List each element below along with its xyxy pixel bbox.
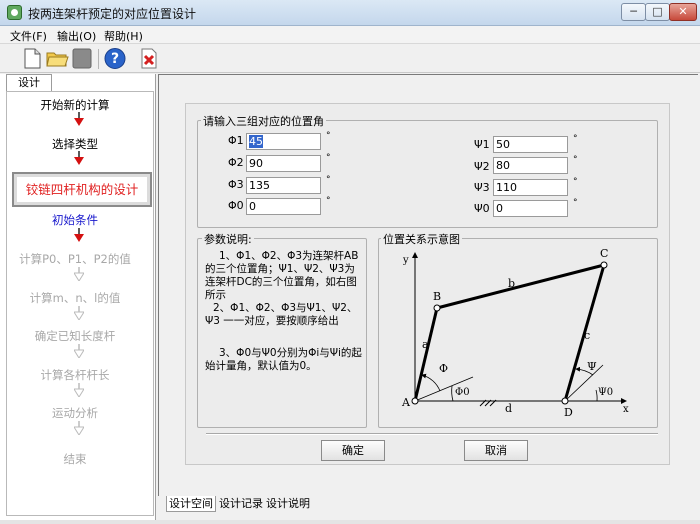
phi0-arc <box>451 385 454 402</box>
window-title: 按两连架杆预定的对应位置设计 <box>28 7 197 21</box>
label-y: y <box>402 255 409 266</box>
close-button[interactable]: ✕ <box>669 3 697 21</box>
degree-sign: ° <box>573 177 578 187</box>
degree-sign: ° <box>326 196 331 206</box>
label-phi0: Φ0 <box>455 387 470 398</box>
psi1-input[interactable]: 50 <box>493 136 568 153</box>
psi2-label: Ψ2 <box>474 160 490 173</box>
divider <box>206 433 658 435</box>
psi2-input[interactable]: 80 <box>493 157 568 174</box>
description-p3: 3、Φ0与Ψ0分别为Φi与Ψi的起始计量角，默认值为0。 <box>205 347 362 372</box>
minimize-button[interactable]: ─ <box>621 3 646 21</box>
label-c: c <box>584 329 590 342</box>
link-b <box>436 263 605 310</box>
phi0-input[interactable]: 0 <box>246 198 321 215</box>
step-start-new[interactable]: 开始新的计算 <box>0 97 150 113</box>
arrow-down-icon <box>74 421 84 435</box>
degree-sign: ° <box>326 175 331 185</box>
save-icon[interactable] <box>70 47 94 70</box>
psi0-arc <box>595 389 598 402</box>
description-title: 参数说明: <box>202 231 254 247</box>
menu-help[interactable]: 帮助(H) <box>104 28 143 44</box>
label-psi: Ψ <box>587 360 597 373</box>
arrow-down-icon <box>74 306 84 320</box>
psi3-input[interactable]: 110 <box>493 179 568 196</box>
step-known-bar: 确定已知长度杆 <box>34 329 116 343</box>
open-folder-icon[interactable] <box>45 47 69 70</box>
tab-design-notes[interactable]: 设计说明 <box>264 496 312 512</box>
arrow-down-icon <box>74 112 84 126</box>
label-B: B <box>433 290 441 303</box>
toolbar-separator <box>98 49 99 69</box>
joint-a <box>411 397 419 405</box>
step-motion-analysis: 运动分析 <box>52 406 98 420</box>
phi-arc <box>421 373 441 392</box>
arrow-down-icon <box>74 383 84 397</box>
label-C: C <box>600 247 608 260</box>
psi3-label: Ψ3 <box>474 181 490 194</box>
degree-sign: ° <box>326 131 331 141</box>
phi3-input[interactable]: 135 <box>246 177 321 194</box>
menu-file[interactable]: 文件(F) <box>10 28 47 44</box>
cancel-button[interactable]: 取消 <box>464 440 528 461</box>
help-icon[interactable]: ? <box>103 47 127 70</box>
new-file-icon[interactable] <box>20 47 44 70</box>
label-d: d <box>505 402 512 415</box>
phi1-label: Φ1 <box>228 134 244 147</box>
bottom-tab-bar: 设计空间 设计记录 设计说明 <box>158 496 700 520</box>
label-A: A <box>401 396 411 409</box>
label-D: D <box>564 406 573 419</box>
label-psi0: Ψ0 <box>598 387 613 398</box>
arrow-down-icon <box>74 228 84 242</box>
phi3-label: Φ3 <box>228 178 244 191</box>
label-b: b <box>508 277 515 290</box>
phi2-input[interactable]: 90 <box>246 155 321 172</box>
link-a <box>413 307 439 402</box>
ok-button[interactable]: 确定 <box>321 440 385 461</box>
maximize-button[interactable]: □ <box>645 3 670 21</box>
step-compute-mnl: 计算m、n、l的值 <box>29 291 121 305</box>
phi0-label: Φ0 <box>228 199 244 212</box>
step-compute-p: 计算P0、P1、P2的值 <box>19 252 131 266</box>
psi0-label: Ψ0 <box>474 202 490 215</box>
joint-d <box>561 397 569 405</box>
arrow-down-icon <box>74 151 84 165</box>
degree-sign: ° <box>573 134 578 144</box>
degree-sign: ° <box>573 198 578 208</box>
description-p2: 2、Φ1、Φ2、Φ3与Ψ1、Ψ2、Ψ3 一一对应，要按顺序给出 <box>205 302 358 327</box>
title-bar: 按两连架杆预定的对应位置设计 ─ □ ✕ <box>0 0 700 26</box>
label-phi: Φ <box>439 362 448 375</box>
status-bar <box>0 520 700 524</box>
label-a: a <box>422 338 429 351</box>
phi1-input[interactable]: 45 <box>246 133 321 150</box>
linkage-diagram: A B C D a b c d x y Φ Φ0 Ψ Ψ0 <box>401 247 629 419</box>
arrow-down-icon <box>74 344 84 358</box>
step-initial-conditions[interactable]: 初始条件 <box>0 212 150 228</box>
tab-design-record[interactable]: 设计记录 <box>217 496 265 512</box>
step-four-bar-design[interactable]: 铰链四杆机构的设计 <box>12 172 152 207</box>
menu-output[interactable]: 输出(O) <box>57 28 96 44</box>
step-bar-lengths: 计算各杆杆长 <box>40 368 110 382</box>
phi2-label: Φ2 <box>228 156 244 169</box>
svg-text:?: ? <box>111 51 119 67</box>
joint-c <box>600 261 608 269</box>
psi1-label: Ψ1 <box>474 138 490 151</box>
arrow-down-icon <box>74 267 84 281</box>
joint-b <box>433 304 441 312</box>
step-end: 结束 <box>63 452 87 466</box>
toolbar: ? <box>0 43 700 73</box>
degree-sign: ° <box>573 155 578 165</box>
app-icon <box>7 5 22 20</box>
psi0-input[interactable]: 0 <box>493 200 568 217</box>
step-select-type[interactable]: 选择类型 <box>0 136 150 152</box>
group-title: 请输入三组对应的位置角 <box>201 113 326 129</box>
tab-design-space[interactable]: 设计空间 <box>166 496 216 512</box>
exit-icon[interactable] <box>137 47 161 70</box>
description-p1: 1、Φ1、Φ2、Φ3为连架杆AB的三个位置角；Ψ1、Ψ2、Ψ3为连架杆DC的三个… <box>205 250 359 301</box>
degree-sign: ° <box>326 153 331 163</box>
tab-design[interactable]: 设计 <box>6 74 52 92</box>
menu-bar: 文件(F) 输出(O) 帮助(H) <box>0 26 700 43</box>
label-x: x <box>623 404 629 415</box>
